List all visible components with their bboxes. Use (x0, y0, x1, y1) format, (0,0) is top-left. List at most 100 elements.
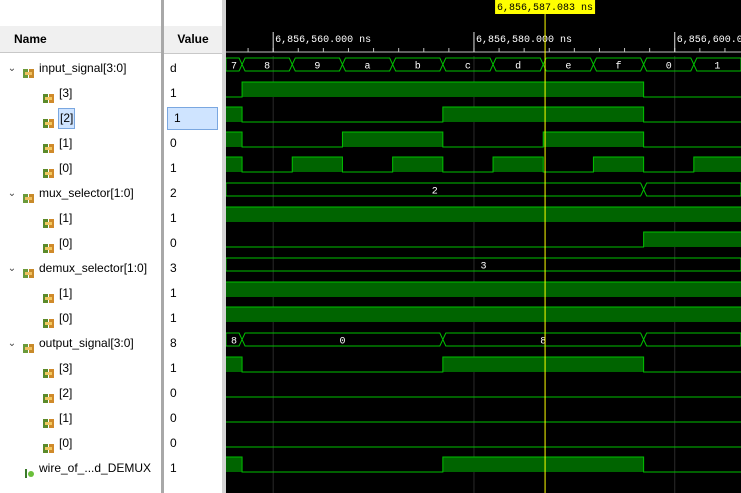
bit-icon (43, 438, 55, 453)
signal-value: 0 (170, 136, 177, 150)
signal-name: [1] (59, 286, 73, 300)
waveform-panel[interactable]: 6,856,560.000 ns 6,856,580.000 ns 6,856,60… (226, 0, 741, 493)
signal-row[interactable]: [0] (0, 306, 161, 331)
signal-name: [0] (59, 311, 73, 325)
signal-row[interactable]: [2] (0, 381, 161, 406)
bit-icon (43, 88, 55, 103)
high-fill (493, 157, 544, 172)
signal-value: d (170, 61, 177, 75)
signal-name: output_signal[3:0] (39, 336, 134, 350)
bit-icon (43, 163, 55, 178)
bus-value-label: 8 (231, 337, 237, 348)
bus-value-label: b (415, 61, 421, 73)
signal-row[interactable]: [0] (0, 431, 161, 456)
bit-icon (43, 388, 55, 403)
tick-label: 6,856,560.000 ns (275, 35, 371, 46)
bit-icon (43, 213, 55, 228)
expand-toggle-icon[interactable]: ⌄ (7, 56, 17, 81)
signal-name: [0] (59, 436, 73, 450)
bit-icon (43, 313, 55, 328)
signal-row[interactable]: wire_of_...d_DEMUX (0, 456, 161, 481)
bus-icon (23, 338, 35, 353)
signal-row[interactable]: [3] (0, 356, 161, 381)
signal-row[interactable]: [1] (0, 131, 161, 156)
bus-value-label: d (515, 61, 521, 73)
signal-row[interactable]: ⌄ output_signal[3:0] (0, 331, 161, 356)
signal-row[interactable]: ⌄ demux_selector[1:0] (0, 256, 161, 281)
bus-icon (23, 263, 35, 278)
high-fill (226, 307, 741, 322)
signal-row[interactable]: [0] (0, 231, 161, 256)
signal-value: 0 (170, 236, 177, 250)
name-header[interactable]: Name (0, 26, 161, 53)
signal-value: 1 (170, 311, 177, 325)
signal-row[interactable]: [1] (0, 406, 161, 431)
bus-value-label: 1 (714, 62, 720, 73)
signal-row[interactable]: ⌄ mux_selector[1:0] (0, 181, 161, 206)
bus-value-label: 2 (432, 187, 438, 198)
signal-name: [0] (59, 161, 73, 175)
signal-value: 0 (170, 436, 177, 450)
bit-icon (43, 113, 55, 128)
high-fill (226, 132, 243, 147)
bit-icon (43, 288, 55, 303)
wire-icon (23, 463, 35, 478)
high-fill (292, 157, 343, 172)
bus-icon (23, 63, 35, 78)
signal-name: demux_selector[1:0] (39, 261, 148, 275)
signal-value: 1 (170, 361, 177, 375)
signal-name: [2] (57, 108, 76, 129)
signal-value: 8 (170, 336, 177, 350)
high-fill (442, 107, 644, 122)
high-fill (543, 132, 644, 147)
high-fill (226, 107, 243, 122)
signal-name: [0] (59, 236, 73, 250)
high-fill (226, 282, 741, 297)
high-fill (643, 232, 741, 247)
expand-toggle-icon[interactable]: ⌄ (7, 181, 17, 206)
high-fill (392, 157, 443, 172)
value-column: Value d 1 1 0 1 2 1 0 3 1 1 8 1 0 0 0 1 (164, 0, 222, 493)
bus-icon (23, 188, 35, 203)
signal-name: input_signal[3:0] (39, 61, 127, 75)
signal-row[interactable]: [2] (0, 106, 161, 131)
tick-label: 6,856,600.000 ns (677, 35, 741, 46)
bus-value-label: 0 (339, 337, 345, 348)
expand-toggle-icon[interactable]: ⌄ (7, 256, 17, 281)
signal-row[interactable]: [0] (0, 156, 161, 181)
bit-icon (43, 238, 55, 253)
bus-value-label: c (465, 62, 471, 73)
signal-value: 1 (170, 211, 177, 225)
high-fill (226, 207, 741, 222)
signal-value: 1 (170, 461, 177, 475)
signal-value: 0 (170, 386, 177, 400)
signal-name: wire_of_...d_DEMUX (39, 461, 152, 475)
bus-value-label: 7 (231, 62, 237, 73)
cursor-time-label: 6,856,587.083 ns (497, 3, 593, 14)
high-fill (226, 357, 243, 372)
signal-row[interactable]: [1] (0, 281, 161, 306)
signal-name: [1] (59, 411, 73, 425)
high-fill (593, 157, 644, 172)
signal-value[interactable]: 1 (167, 107, 218, 130)
signal-value: 1 (170, 161, 177, 175)
bus-value-label: 0 (666, 62, 672, 73)
signal-name: mux_selector[1:0] (39, 186, 134, 200)
signal-value: 1 (170, 86, 177, 100)
bus-value-label: 3 (480, 262, 486, 273)
signal-value: 1 (170, 286, 177, 300)
signal-value: 2 (170, 186, 177, 200)
high-fill (693, 157, 741, 172)
bus-value-label: a (365, 62, 371, 73)
signal-row[interactable]: [3] (0, 81, 161, 106)
high-fill (226, 457, 243, 472)
signal-row[interactable]: [1] (0, 206, 161, 231)
high-fill (226, 157, 243, 172)
high-fill (442, 357, 644, 372)
tick-label: 6,856,580.000 ns (476, 35, 572, 46)
bus-value-label: f (616, 61, 622, 73)
signal-row[interactable]: ⌄ input_signal[3:0] (0, 56, 161, 81)
expand-toggle-icon[interactable]: ⌄ (7, 331, 17, 356)
signal-name: [3] (59, 361, 73, 375)
value-header[interactable]: Value (164, 26, 222, 54)
